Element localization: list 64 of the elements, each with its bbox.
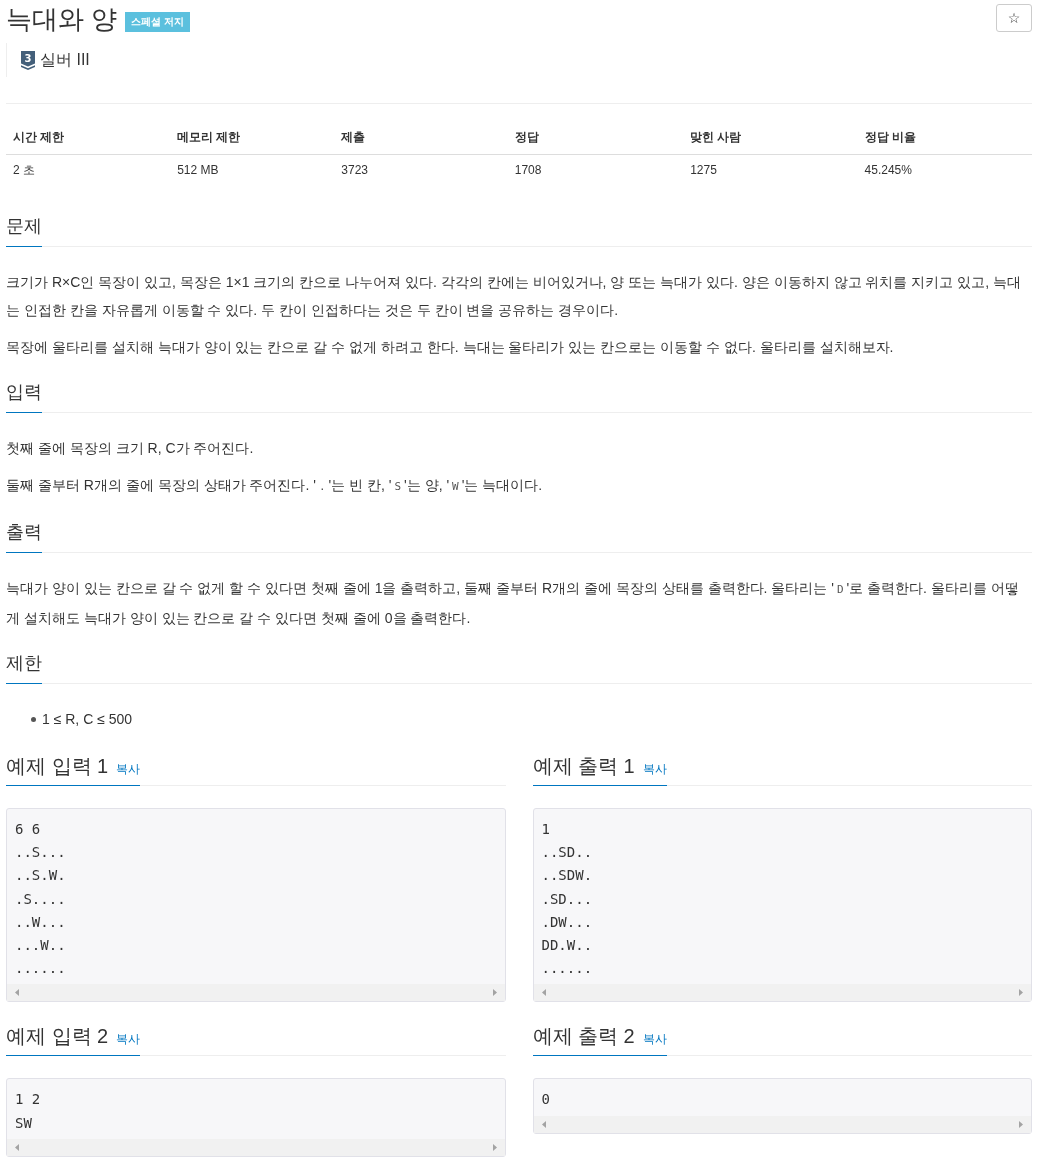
section-heading: 문제 <box>6 213 42 247</box>
scroll-left-icon[interactable] <box>15 989 19 997</box>
section-heading: 제한 <box>6 650 42 684</box>
scroll-left-icon[interactable] <box>541 989 546 997</box>
table-header: 맞힌 사람 <box>683 120 858 155</box>
code-line: ...W.. <box>15 936 66 955</box>
horizontal-scrollbar[interactable] <box>533 1115 1031 1133</box>
table-cell: 1275 <box>683 154 858 185</box>
paragraph: 목장에 울타리를 설치해 늑대가 양이 있는 칸으로 갈 수 없게 하려고 한다. 늑대는 울타리가 있는 칸으로는 이동할 수 없다. 울타리를 설치해보자. <box>6 338 895 357</box>
code-line: ...... <box>15 959 66 979</box>
table-header: 제출 <box>334 120 508 155</box>
table-cell: 2 초 <box>6 154 171 185</box>
code-line: DD.W.. <box>541 936 593 955</box>
section-heading: 입력 <box>6 379 42 413</box>
paragraph: 늑대가 양이 있는 칸으로 갈 수 없게 할 수 있다면 첫째 줄에 1을 출력하고, 둘째 줄부터 R개의 줄에 목장의 상태를 출력한다. 울타리는 ' D '로 출력한다. 울타리를 어떻게 설치해도 늑대가 양이 있는 칸으로 갈 수 있다면 첫째 줄에 0을 출력한다. <box>6 579 1020 628</box>
paragraph: 둘째 줄부터 R개의 줄에 목장의 상태가 주어진다. ' . '는 빈 칸, ' S '는 양, ' W '는 늑대이다. <box>6 476 544 495</box>
sample-title: 예제 입력 1 <box>6 754 109 779</box>
code-line: ..SD.. <box>541 843 593 863</box>
scroll-left-icon[interactable] <box>541 1120 546 1128</box>
scroll-right-icon[interactable] <box>1019 1120 1023 1128</box>
sample-title: 예제 입력 2 <box>6 1024 109 1050</box>
code-line: 1 <box>541 820 550 839</box>
paragraph: 크기가 R×C인 목장이 있고, 목장은 1×1 크기의 칸으로 나누어져 있다. 각각의 칸에는 비어있거나, 양 또는 늑대가 있다. 양은 이동하지 않고 위치를 지키고 있고, 늑대는 인접한 칸을 자유롭게 이동할 수 있다. 두 칸이 인접하다는 것은 두 칸이 변을 공유하는 경우이다. <box>6 273 1023 320</box>
special-judge-badge: 스페셜 저지 <box>125 11 190 32</box>
bullet-icon <box>31 716 36 722</box>
code-line: ..SDW. <box>541 866 593 886</box>
code-line: 0 <box>541 1090 550 1110</box>
code-line: .S.... <box>15 889 66 909</box>
code-line: .SD... <box>541 889 593 909</box>
code-line: .DW... <box>541 912 593 932</box>
sample-title: 예제 출력 1 <box>532 754 635 779</box>
table-cell: 45.245% <box>857 154 1032 185</box>
horizontal-scrollbar[interactable] <box>533 984 1031 1002</box>
code-line: 6 6 <box>15 820 41 839</box>
code-line: ..S... <box>15 843 66 863</box>
copy-link[interactable]: 복사 <box>116 761 141 778</box>
table-cell: 1708 <box>507 154 684 185</box>
table-header: 정답 <box>507 120 684 155</box>
table-header: 메모리 제한 <box>170 120 335 155</box>
copy-link[interactable]: 복사 <box>116 1031 141 1049</box>
table-cell: 512 MB <box>170 154 335 185</box>
tier-label: 실버 III <box>40 49 90 70</box>
scroll-right-icon[interactable] <box>492 1143 497 1151</box>
table-cell: 3723 <box>334 154 508 185</box>
favorite-star-button[interactable]: ☆ <box>996 4 1032 32</box>
code-line: ..S.W. <box>15 866 66 886</box>
code-line: ...... <box>541 959 593 979</box>
copy-link[interactable]: 복사 <box>642 761 667 778</box>
scroll-right-icon[interactable] <box>1019 989 1023 997</box>
sample-title: 예제 출력 2 <box>532 1024 635 1050</box>
paragraph: 첫째 줄에 목장의 크기 R, C가 주어진다. <box>6 439 255 458</box>
problem-title: 늑대와 양 <box>6 3 118 36</box>
table-header: 정답 비율 <box>857 120 1032 155</box>
copy-link[interactable]: 복사 <box>642 1031 667 1049</box>
section-heading: 출력 <box>6 519 42 553</box>
scroll-right-icon[interactable] <box>492 989 497 997</box>
code-line: ..W... <box>15 912 66 932</box>
scroll-left-icon[interactable] <box>15 1143 19 1151</box>
table-header: 시간 제한 <box>6 120 171 155</box>
code-line: SW <box>15 1113 32 1133</box>
horizontal-scrollbar[interactable] <box>7 1138 505 1156</box>
code-line: 1 2 <box>15 1090 41 1110</box>
list-item: 1 ≤ R, C ≤ 500 <box>42 710 133 729</box>
horizontal-scrollbar[interactable] <box>7 984 505 1002</box>
